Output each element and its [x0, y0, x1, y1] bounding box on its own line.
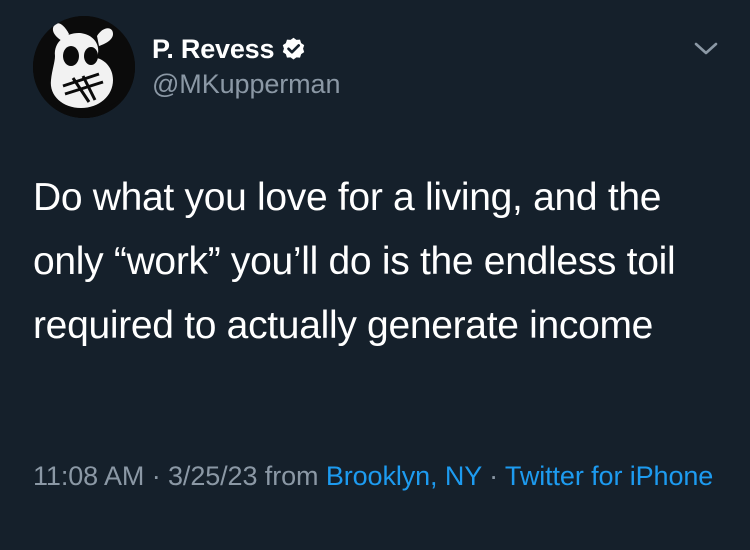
tweet-date[interactable]: 3/25/23 [168, 461, 257, 491]
author-info: P. Revess @MKupperman [152, 32, 340, 100]
meta-separator: · [151, 461, 161, 491]
tweet-text: Do what you love for a living, and the o… [33, 176, 676, 347]
source-link[interactable]: Twitter for iPhone [505, 461, 713, 491]
chevron-down-icon[interactable] [692, 36, 720, 60]
tweet: P. Revess @MKupperman Do what you love f… [0, 0, 750, 550]
display-name[interactable]: P. Revess [152, 34, 275, 65]
cartoon-character-avatar-icon [33, 16, 135, 118]
from-label: from [264, 461, 319, 491]
avatar[interactable] [33, 16, 135, 118]
tweet-meta: 11:08 AM · 3/25/23 from Brooklyn, NY · T… [33, 456, 723, 496]
location-link[interactable]: Brooklyn, NY [326, 461, 482, 491]
name-row: P. Revess [152, 32, 340, 66]
tweet-time[interactable]: 11:08 AM [33, 461, 144, 491]
verified-badge-icon [280, 36, 307, 63]
meta-separator: · [489, 461, 498, 491]
handle[interactable]: @MKupperman [152, 69, 340, 100]
